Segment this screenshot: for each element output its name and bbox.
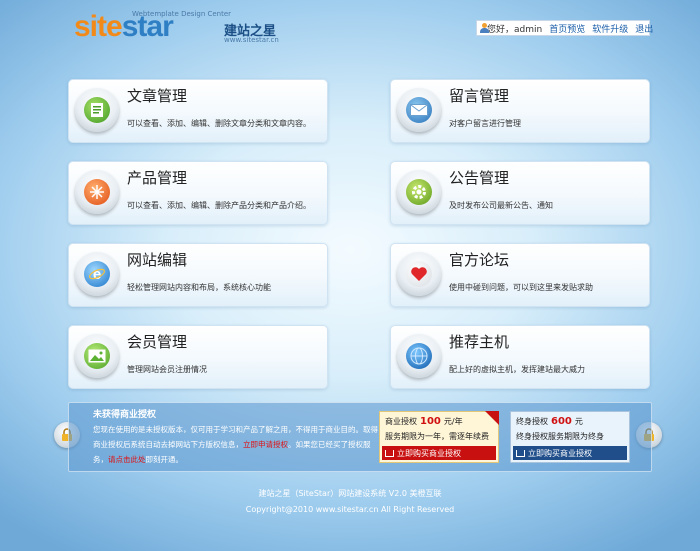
logout-link[interactable]: 退出: [635, 22, 653, 35]
lifetime-license-box: 终身授权 600 元 终身授权服务期限为终身 立即购买商业授权: [510, 411, 630, 463]
footer-product-line: 建站之星（SiteStar）网站建设系统 V2.0 美橙互联: [258, 489, 442, 498]
card-desc: 及时发布公司最新公告、通知: [449, 201, 553, 210]
buy-lifetime-license-button[interactable]: 立即购买商业授权: [513, 446, 627, 460]
plan-price: 600: [551, 416, 572, 427]
product-icon: [75, 170, 119, 214]
card-site-editor[interactable]: e 网站编辑 轻松管理网站内容和布局，系统核心功能: [68, 243, 328, 307]
member-picture-icon: [75, 334, 119, 378]
article-icon: [75, 88, 119, 132]
card-official-forum[interactable]: 官方论坛 使用中碰到问题，可以到这里来发贴求助: [390, 243, 650, 307]
envelope-icon: [397, 88, 441, 132]
logo-url: www.sitestar.cn: [224, 36, 279, 44]
buy-commercial-license-button[interactable]: 立即购买商业授权: [382, 446, 496, 460]
commercial-license-box: 商业授权 100 元/年 服务期限为一年，需逐年续费 立即购买商业授权: [379, 411, 499, 463]
logo-tagline: Webtemplate Design Center: [132, 10, 232, 18]
license-heading: 未获得商业授权: [93, 410, 157, 420]
card-desc: 配上好的虚拟主机，发挥建站最大威力: [449, 365, 585, 374]
card-announcement-management[interactable]: 公告管理 及时发布公司最新公告、通知: [390, 161, 650, 225]
click-here-link[interactable]: 请点击此处: [108, 455, 146, 464]
card-product-management[interactable]: 产品管理 可以查看、添加、编辑、删除产品分类和产品介绍。: [68, 161, 328, 225]
card-desc: 管理网站会员注册情况: [127, 365, 207, 374]
cart-icon: [385, 449, 394, 457]
card-desc: 使用中碰到问题，可以到这里来发贴求助: [449, 283, 593, 292]
plan-unit: 元/年: [443, 417, 463, 426]
svg-text:e: e: [93, 266, 101, 283]
plan-term: 服务期限为一年，需逐年续费: [385, 432, 489, 441]
card-recommended-hosting[interactable]: 推荐主机 配上好的虚拟主机，发挥建站最大威力: [390, 325, 650, 389]
gear-icon: [397, 170, 441, 214]
card-title: 网站编辑: [127, 251, 188, 269]
plan-term: 终身授权服务期限为终身: [516, 432, 604, 441]
card-title: 产品管理: [127, 169, 188, 187]
home-preview-link[interactable]: 首页预览: [549, 22, 585, 35]
card-desc: 可以查看、添加、编辑、删除文章分类和文章内容。: [127, 119, 311, 128]
card-message-management[interactable]: 留言管理 对客户留言进行管理: [390, 79, 650, 143]
plan-unit: 元: [574, 417, 583, 426]
button-label: 立即购买商业授权: [397, 448, 461, 458]
sitestar-logo: sitestar Webtemplate Design Center 建站之星 …: [74, 10, 279, 44]
greeting-text: 您好，admin: [487, 24, 543, 35]
license-text: 您现在使用的是未授权版本，仅可用于学习和产品了解之用，不得用于商业目的。取得商业…: [93, 422, 383, 467]
heart-chat-icon: [397, 252, 441, 296]
card-title: 会员管理: [127, 333, 188, 351]
license-text-3: 即刻开通。: [145, 455, 184, 464]
card-desc: 对客户留言进行管理: [449, 119, 521, 128]
card-title: 留言管理: [449, 87, 510, 105]
apply-license-link[interactable]: 立即申请授权: [243, 440, 288, 449]
card-title: 公告管理: [449, 169, 510, 187]
corner-ribbon: [485, 411, 499, 425]
card-article-management[interactable]: 文章管理 可以查看、添加、编辑、删除文章分类和文章内容。: [68, 79, 328, 143]
card-title: 推荐主机: [449, 333, 510, 351]
cart-icon: [516, 449, 525, 457]
globe-icon: [397, 334, 441, 378]
footer-copyright: Copyright@2010 www.sitestar.cn All Right…: [245, 505, 455, 514]
plan-label: 终身授权: [516, 417, 548, 426]
card-member-management[interactable]: 会员管理 管理网站会员注册情况: [68, 325, 328, 389]
browser-e-icon: e: [75, 252, 119, 296]
card-desc: 可以查看、添加、编辑、删除产品分类和产品介绍。: [127, 201, 311, 210]
plan-price: 100: [420, 416, 441, 427]
card-desc: 轻松管理网站内容和布局，系统核心功能: [127, 283, 271, 292]
card-title: 官方论坛: [449, 251, 510, 269]
software-upgrade-link[interactable]: 软件升级: [592, 22, 628, 35]
card-title: 文章管理: [127, 87, 188, 105]
user-topbar: 您好，admin 首页预览 软件升级 退出: [476, 20, 653, 36]
license-panel: 未获得商业授权 您现在使用的是未授权版本，仅可用于学习和产品了解之用，不得用于商…: [68, 402, 652, 472]
plan-label: 商业授权: [385, 417, 417, 426]
button-label: 立即购买商业授权: [528, 448, 592, 458]
